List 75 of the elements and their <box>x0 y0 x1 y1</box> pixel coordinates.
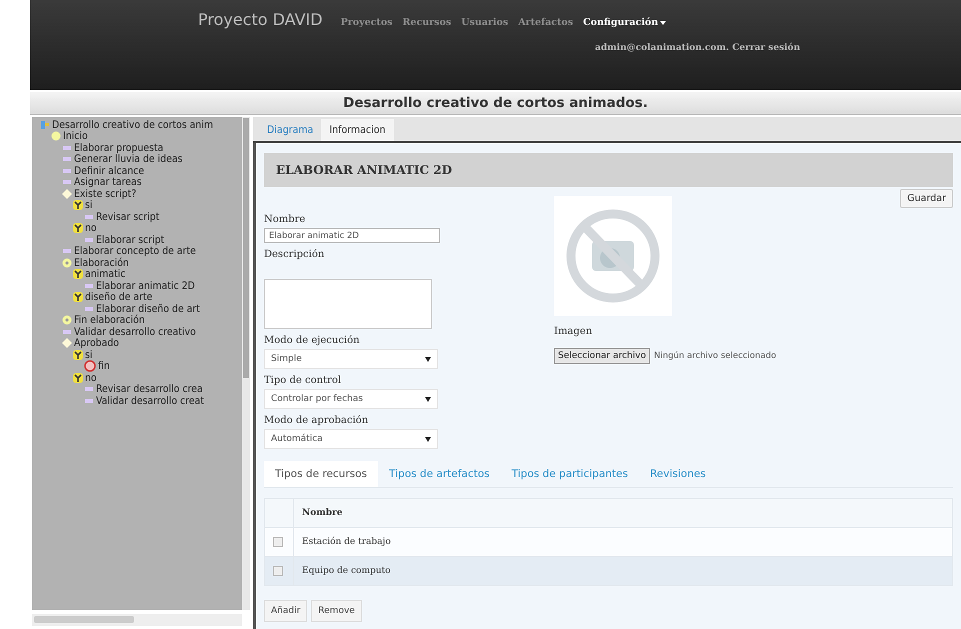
logout-link[interactable]: Cerrar sesión <box>732 43 800 53</box>
nav-link[interactable]: Usuarios <box>461 17 508 28</box>
tree-item[interactable]: Desarrollo creativo de cortos anim <box>52 118 214 131</box>
tree-item[interactable]: no <box>85 372 97 384</box>
save-button[interactable]: Guardar <box>900 189 953 208</box>
tree-item[interactable]: Generar lluvia de ideas <box>74 153 183 166</box>
tree-item[interactable]: Existe script? <box>74 188 136 200</box>
tree-item[interactable]: Validar desarrollo creativo <box>74 326 196 338</box>
fork-icon <box>73 269 83 280</box>
file-status: Ningún archivo seleccionado <box>654 351 776 361</box>
field-label: Imagen <box>554 326 594 337</box>
select-field[interactable]: Controlar por fechas <box>264 389 438 409</box>
tree-item[interactable]: Definir alcance <box>74 164 144 177</box>
fork-icon <box>73 350 83 360</box>
field-label: Nombre <box>264 214 306 225</box>
tab[interactable]: Tipos de recursos <box>264 461 378 487</box>
tree-item[interactable]: Elaboración <box>74 256 129 269</box>
column-header: Nombre <box>294 498 952 528</box>
caret-icon <box>425 356 431 362</box>
tree-item[interactable]: Revisar script <box>96 210 160 223</box>
tree-item[interactable]: Revisar desarrollo crea <box>96 383 203 396</box>
end-circle-icon <box>84 360 96 372</box>
tree-item[interactable]: si <box>85 348 92 361</box>
fork-icon <box>73 292 83 302</box>
scrollbar[interactable] <box>32 614 242 626</box>
tree-item[interactable]: Elaborar concepto de arte <box>74 245 196 258</box>
field-label: Tipo de control <box>264 375 342 386</box>
tree-item[interactable]: Elaborar animatic 2D <box>96 280 195 292</box>
section-header: ELABORAR ANIMATIC 2D <box>264 153 953 187</box>
page-title: Desarrollo creativo de cortos animados. <box>343 95 648 111</box>
tree-item[interactable]: Validar desarrollo creat <box>96 394 204 407</box>
dotted-circle-icon <box>62 315 72 326</box>
tree-item[interactable]: Fin elaboración <box>74 314 145 326</box>
action-button[interactable]: Remove <box>311 600 362 622</box>
app-title: Proyecto DAVID <box>198 10 323 29</box>
caret-icon <box>425 436 431 442</box>
nav-link[interactable]: Artefactos <box>518 17 574 28</box>
tab[interactable]: Informacion <box>321 119 394 141</box>
diamond-icon <box>62 188 72 199</box>
tree-item[interactable]: fin <box>98 360 110 372</box>
nav-link[interactable]: Configuración <box>583 17 658 28</box>
tree-item[interactable]: Inicio <box>63 130 88 142</box>
tree-item[interactable]: no <box>85 222 97 234</box>
nav-link[interactable]: Proyectos <box>340 17 393 28</box>
diamond-icon <box>62 338 72 348</box>
field-label: Modo de aprobación <box>264 415 370 426</box>
tree-item[interactable]: Elaborar script <box>96 234 164 246</box>
tree-item[interactable]: Asignar tareas <box>74 176 142 188</box>
fork-icon <box>73 200 83 210</box>
field-label: Descripción <box>264 249 326 260</box>
text-area[interactable] <box>264 279 432 329</box>
select-field[interactable]: Simple <box>264 349 438 369</box>
tree-item[interactable]: diseño de arte <box>85 291 152 304</box>
file-button[interactable]: Seleccionar archivo <box>554 348 650 364</box>
checkbox[interactable] <box>273 537 283 547</box>
input-field[interactable]: Elaborar animatic 2D <box>264 228 440 243</box>
scrollbar[interactable] <box>242 117 250 610</box>
tree-item[interactable]: animatic <box>85 268 126 280</box>
caret-icon <box>425 396 431 402</box>
checkbox[interactable] <box>273 566 283 576</box>
user-email: admin@colanimation.com. <box>595 43 730 53</box>
process-icon <box>40 120 50 130</box>
fork-icon <box>73 372 83 383</box>
action-button[interactable]: Añadir <box>264 600 308 622</box>
tree-item[interactable]: Aprobado <box>74 337 119 350</box>
tree-item[interactable]: Elaborar diseño de art <box>96 302 200 315</box>
tree-item[interactable]: Elaborar propuesta <box>74 142 164 154</box>
select-field[interactable]: Automática <box>264 429 438 449</box>
start-circle-icon <box>51 131 61 142</box>
fork-icon <box>73 223 83 234</box>
field-label: Modo de ejecución <box>264 335 361 346</box>
nav-link[interactable]: Recursos <box>402 17 452 28</box>
dotted-circle-icon <box>62 258 72 268</box>
tree-item[interactable]: si <box>85 199 92 212</box>
caret-icon[interactable] <box>660 21 666 25</box>
